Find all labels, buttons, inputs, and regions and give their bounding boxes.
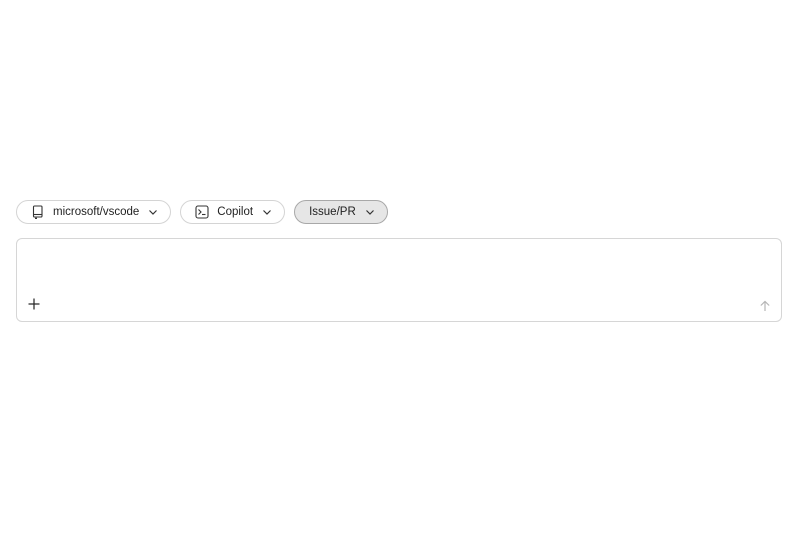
arrow-up-icon[interactable] — [759, 299, 771, 311]
terminal-icon — [195, 205, 209, 219]
prompt-composer — [16, 238, 782, 322]
repo-book-icon — [31, 205, 45, 219]
chevron-down-icon — [262, 207, 272, 217]
context-selector-label: Issue/PR — [309, 206, 356, 218]
prompt-input[interactable] — [29, 249, 773, 293]
agent-selector[interactable]: Copilot — [180, 200, 286, 224]
context-selector[interactable]: Issue/PR — [294, 200, 388, 224]
chevron-down-icon — [365, 207, 375, 217]
selector-toolbar: microsoft/vscode Copilot Issue/PR — [16, 200, 388, 224]
plus-icon[interactable] — [27, 297, 41, 311]
chevron-down-icon — [148, 207, 158, 217]
repo-selector[interactable]: microsoft/vscode — [16, 200, 172, 224]
agent-selector-label: Copilot — [217, 206, 254, 218]
repo-selector-label: microsoft/vscode — [53, 206, 140, 218]
